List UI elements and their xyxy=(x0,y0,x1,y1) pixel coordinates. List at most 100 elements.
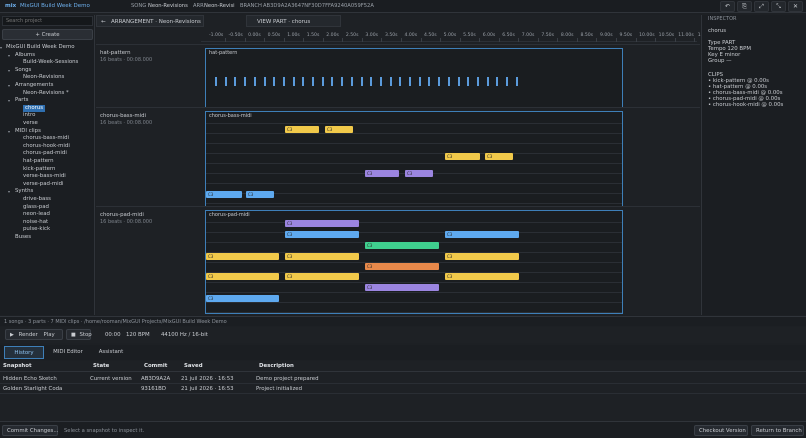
midi-note[interactable]: C3 xyxy=(206,295,279,302)
tree-item[interactable]: neon-lead xyxy=(0,211,95,218)
chevron-down-icon[interactable]: ▾ xyxy=(8,129,10,134)
tree-item[interactable]: ▾ Songs xyxy=(0,67,95,74)
expand-button[interactable]: ⤢ xyxy=(754,1,769,12)
tree-item[interactable]: chorus-hook-midi xyxy=(0,143,95,150)
track-row[interactable]: chorus-pad-midi 16 beats · 00:08.000 choru… xyxy=(96,206,700,314)
hat-note[interactable] xyxy=(215,77,217,86)
tree-item[interactable]: Buses xyxy=(0,234,95,241)
midi-note[interactable]: C3 xyxy=(206,191,242,198)
tree-item[interactable]: verse-bass-midi xyxy=(0,173,95,180)
hat-note[interactable] xyxy=(244,77,247,86)
tree-item-selected[interactable]: chorus xyxy=(0,104,95,112)
inspector-clip-item[interactable]: • chorus-hook-midi @ 0.00s xyxy=(708,102,783,108)
midi-note[interactable]: C3 xyxy=(445,273,519,280)
hat-note[interactable] xyxy=(234,77,237,86)
hat-note[interactable] xyxy=(350,77,353,86)
midi-note[interactable]: C3 xyxy=(445,253,519,260)
midi-note[interactable]: C3 xyxy=(206,273,279,280)
tab-assistant[interactable]: Assistant xyxy=(91,346,131,359)
hat-note[interactable] xyxy=(399,77,402,86)
tree-item[interactable]: glass-pad xyxy=(0,204,95,211)
tree-item[interactable]: pulse-kick xyxy=(0,226,95,233)
midi-note[interactable]: C3 xyxy=(405,170,433,177)
tab-midi-editor[interactable]: MIDI Editor xyxy=(48,346,88,359)
hat-note[interactable] xyxy=(302,77,305,86)
hat-note[interactable] xyxy=(418,77,421,86)
chevron-down-icon[interactable]: ▾ xyxy=(8,68,10,73)
midi-note[interactable]: C3 xyxy=(445,231,519,238)
tree-item[interactable]: Neon-Revisions xyxy=(0,74,95,81)
tree-item[interactable]: Build-Week-Sessions xyxy=(0,59,95,66)
hat-note[interactable] xyxy=(428,77,431,86)
hat-note[interactable] xyxy=(321,77,324,86)
tree-item[interactable]: ▾ Synths xyxy=(0,188,95,195)
tree-item[interactable]: Neon-Revisions * xyxy=(0,90,95,97)
hat-note[interactable] xyxy=(467,77,470,86)
tree-item[interactable]: drive-bass xyxy=(0,196,95,203)
hat-note[interactable] xyxy=(515,77,518,86)
col-snapshot[interactable]: Snapshot xyxy=(3,363,32,369)
view-tab[interactable]: VIEW PART · chorus xyxy=(246,15,341,27)
tree-item[interactable]: kick-pattern xyxy=(0,166,95,173)
tree-item[interactable]: verse xyxy=(0,120,95,127)
midi-note[interactable]: C3 xyxy=(365,263,439,270)
table-row[interactable]: Golden Starlight Coda 93161BD 21 juil 2026… xyxy=(0,384,806,394)
midi-note[interactable]: C3 xyxy=(365,170,399,177)
midi-note[interactable]: C3 xyxy=(206,253,279,260)
tree-item[interactable]: ▾ MixGUI Build Week Demo xyxy=(0,44,95,51)
tree-item[interactable]: verse-pad-midi xyxy=(0,181,95,188)
tree-item[interactable]: ▾ Albums xyxy=(0,52,95,59)
midi-note[interactable]: C3 xyxy=(285,231,359,238)
commit-changes-button[interactable]: Commit Changes... xyxy=(2,425,58,436)
close-button[interactable]: ✕ xyxy=(788,1,803,12)
midi-note[interactable]: C3 xyxy=(485,153,513,160)
tree-item[interactable]: chorus-bass-midi xyxy=(0,135,95,142)
midi-note[interactable]: C3 xyxy=(445,153,480,160)
hat-note[interactable] xyxy=(496,77,499,86)
clip-lane[interactable]: chorus-pad-midi C3 C3 C3 C3 C3 C3 C3 C3 C3 C3 C3 C3 C… xyxy=(205,210,623,314)
tree-item[interactable]: ▾ MIDI clips xyxy=(0,128,95,135)
hat-note[interactable] xyxy=(476,77,479,86)
undo-button[interactable]: ↶ xyxy=(720,1,735,12)
chevron-down-icon[interactable]: ▾ xyxy=(8,83,10,88)
hat-note[interactable] xyxy=(292,77,295,86)
chevron-down-icon[interactable]: ▾ xyxy=(8,53,10,58)
hat-note[interactable] xyxy=(379,77,382,86)
hat-note[interactable] xyxy=(224,77,227,86)
hat-note[interactable] xyxy=(341,77,344,86)
chevron-down-icon[interactable]: ▾ xyxy=(0,45,2,50)
track-row[interactable]: chorus-bass-midi 16 beats · 00:08.000 chor… xyxy=(96,107,700,214)
tree-item[interactable]: ▾ Parts xyxy=(0,97,95,104)
midi-note[interactable]: C3 xyxy=(325,126,353,133)
arr-name[interactable]: Neon-Revisi xyxy=(204,3,235,9)
hat-note[interactable] xyxy=(506,77,508,86)
tree-item[interactable]: hat-pattern xyxy=(0,158,95,165)
col-saved[interactable]: Saved xyxy=(184,363,203,369)
tree-item[interactable]: intro xyxy=(0,112,95,119)
midi-note[interactable]: C3 xyxy=(285,126,319,133)
song-name[interactable]: Neon-Revisions xyxy=(148,3,188,9)
hat-note[interactable] xyxy=(360,77,363,86)
tree-item[interactable]: chorus-pad-midi xyxy=(0,150,95,157)
hat-note[interactable] xyxy=(409,77,411,86)
return-to-branch-button[interactable]: Return to Branch xyxy=(751,425,804,436)
col-commit[interactable]: Commit xyxy=(144,363,167,369)
hat-note[interactable] xyxy=(370,77,373,86)
hat-note[interactable] xyxy=(447,77,450,86)
hat-note[interactable] xyxy=(253,77,256,86)
hat-note[interactable] xyxy=(438,77,441,86)
clip-lane[interactable]: hat-pattern xyxy=(205,48,623,108)
collapse-button[interactable]: ⤡ xyxy=(771,1,786,12)
tree-item[interactable]: noise-hat xyxy=(0,219,95,226)
chevron-down-icon[interactable]: ▾ xyxy=(8,189,10,194)
midi-note[interactable]: C3 xyxy=(365,242,439,249)
col-state[interactable]: State xyxy=(93,363,109,369)
render-play-button[interactable]: ▶ Render Play xyxy=(5,329,63,340)
col-description[interactable]: Description xyxy=(259,363,294,369)
track-row[interactable]: hat-pattern 16 beats · 00:08.000 hat-patte… xyxy=(96,44,700,108)
hat-note[interactable] xyxy=(273,77,276,86)
checkout-version-button[interactable]: Checkout Version xyxy=(694,425,748,436)
arrangement-tab[interactable]: ← ARRANGEMENT · Neon-Revisions xyxy=(96,15,204,27)
midi-note[interactable]: C3 xyxy=(285,253,359,260)
midi-note[interactable]: C3 xyxy=(285,220,359,227)
